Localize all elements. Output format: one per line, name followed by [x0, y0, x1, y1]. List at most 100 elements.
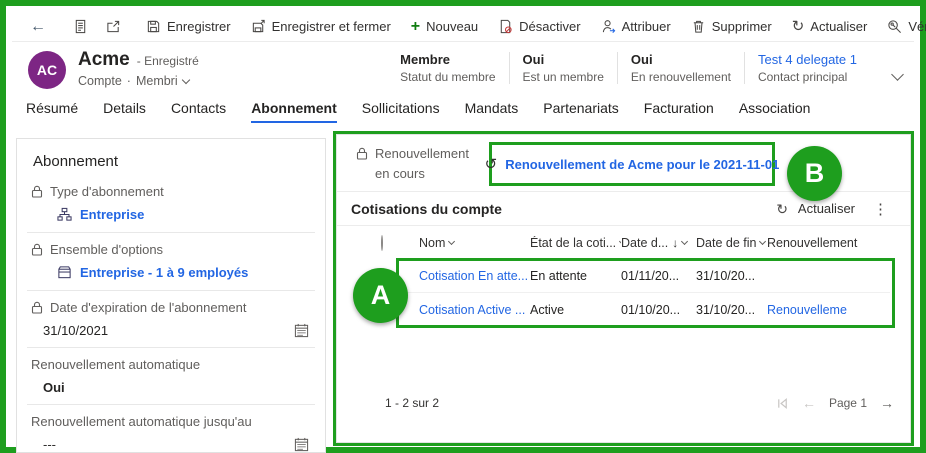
column-header-etat[interactable]: État de la coti...: [530, 236, 621, 250]
subgrid-title: Cotisations du compte: [351, 200, 502, 217]
column-header-nom[interactable]: Nom: [419, 236, 530, 250]
header-field-in-renewal: Oui En renouvellement: [616, 52, 744, 84]
calendar-icon[interactable]: [294, 437, 309, 452]
divider: [27, 347, 315, 348]
subgrid-refresh-button[interactable]: Actualiser: [798, 201, 855, 216]
tab-association[interactable]: Association: [739, 100, 811, 121]
form-icon: [75, 19, 86, 34]
avatar: AC: [28, 51, 66, 89]
option-set-link[interactable]: Entreprise - 1 à 9 employés: [80, 265, 248, 280]
chevron-down-icon: [448, 237, 456, 246]
tab-mandats[interactable]: Mandats: [465, 100, 519, 121]
tab-abonnement[interactable]: Abonnement: [251, 100, 337, 123]
expiry-date-value[interactable]: 31/10/2021: [43, 323, 108, 338]
expiry-date-label: Date d'expiration de l'abonnement: [31, 300, 311, 315]
tab-bar: Résumé Details Contacts Abonnement Solli…: [12, 100, 914, 128]
chevron-down-icon[interactable]: [181, 75, 190, 84]
table-row[interactable]: Cotisation Active ... Active 01/10/20...…: [337, 293, 910, 326]
org-chart-icon: [57, 207, 72, 221]
tab-details[interactable]: Details: [103, 100, 146, 121]
save-and-close-button[interactable]: Enregistrer et fermer: [241, 13, 401, 41]
annotation-box-b: ↺ Renouvellement de Acme pour le 2021-11…: [485, 142, 779, 186]
column-header-date-fin[interactable]: Date de fin: [696, 236, 767, 250]
divider: [337, 225, 910, 226]
record-header: AC Acme - Enregistré Compte · Membri Mem…: [12, 42, 914, 98]
delete-button[interactable]: Supprimer: [681, 13, 782, 41]
autorenew-field: Oui: [43, 380, 311, 395]
popout-icon: [107, 20, 120, 33]
tab-sollicitations[interactable]: Sollicitations: [362, 100, 440, 121]
assign-icon: [602, 20, 615, 33]
package-icon: [58, 266, 71, 279]
tab-partenariats[interactable]: Partenariats: [543, 100, 618, 121]
cotisation-link[interactable]: Cotisation En atte...: [419, 269, 528, 283]
deactivate-button[interactable]: Désactiver: [488, 13, 590, 41]
refresh-icon: ↻: [791, 18, 805, 35]
section-title: Abonnement: [33, 153, 119, 170]
divider: [27, 232, 315, 233]
assign-button[interactable]: Attribuer: [591, 13, 681, 41]
primary-contact-link[interactable]: Test 4 delegate 1: [758, 52, 857, 67]
key-magnifier-icon: [888, 20, 902, 33]
subscription-type-link[interactable]: Entreprise: [80, 207, 144, 222]
header-field-member-status: Membre Statut du membre: [400, 52, 496, 84]
table-row[interactable]: Cotisation En atte... En attente 01/11/2…: [337, 259, 910, 292]
header-fields: Membre Statut du membre Oui Est un membr…: [387, 52, 870, 84]
save-button[interactable]: Enregistrer: [136, 13, 241, 41]
tab-facturation[interactable]: Facturation: [644, 100, 714, 121]
header-field-primary-contact: Test 4 delegate 1 Contact principal: [743, 52, 870, 84]
tab-resume[interactable]: Résumé: [26, 100, 78, 121]
form-switcher-button[interactable]: [64, 13, 97, 41]
renewal-cell-link[interactable]: Renouvelleme: [767, 303, 847, 317]
option-set-value: Entreprise - 1 à 9 employés: [57, 265, 311, 280]
record-count: 1 - 2 sur 2: [385, 396, 440, 410]
sort-descending-icon: ↓: [672, 235, 679, 250]
previous-page-icon[interactable]: ←: [802, 395, 816, 411]
deactivate-icon: [500, 19, 512, 34]
divider: [27, 290, 315, 291]
lock-icon: [31, 185, 43, 198]
expiry-date-field: 31/10/2021: [43, 323, 311, 338]
subgrid-overflow-button[interactable]: ⋮: [865, 200, 896, 218]
next-page-icon[interactable]: →: [880, 395, 894, 411]
dynamics-account-page: { "toolbar": { "buttons": ["Enregistrer"…: [0, 0, 926, 453]
autorenew-label: Renouvellement automatique: [31, 357, 201, 372]
annotation-circle-b: B: [787, 146, 842, 201]
subscription-type-label: Type d'abonnement: [31, 184, 311, 199]
subgrid-pager: 1 - 2 sur 2 ← Page 1 →: [351, 391, 894, 415]
autorenew-value[interactable]: Oui: [43, 380, 65, 395]
record-title-block: Acme - Enregistré Compte · Membri: [78, 49, 199, 88]
form-selector[interactable]: Membri: [136, 74, 178, 88]
new-button[interactable]: + Nouveau: [401, 13, 488, 41]
column-header-date-debut[interactable]: Date d... ↓: [621, 236, 696, 250]
refresh-button[interactable]: ↻ Actualiser: [782, 13, 878, 41]
first-page-icon[interactable]: [776, 397, 789, 410]
divider: [27, 404, 315, 405]
command-bar: ← Enregistrer Enregistrer et fermer + No…: [12, 12, 926, 42]
header-field-is-member: Oui Est un membre: [508, 52, 617, 84]
chevron-down-icon: [759, 237, 767, 246]
history-icon: ↺: [484, 156, 498, 173]
autorenew-until-label: Renouvellement automatique jusqu'au: [31, 414, 252, 429]
tab-contacts[interactable]: Contacts: [171, 100, 226, 121]
autorenew-until-value[interactable]: ---: [43, 437, 56, 452]
column-header-renouvellement[interactable]: Renouvellement: [767, 236, 910, 250]
annotation-circle-a: A: [353, 268, 408, 323]
save-icon: [147, 20, 160, 33]
chevron-down-icon: [681, 237, 689, 246]
open-in-new-window-button[interactable]: [97, 13, 130, 41]
autorenew-until-field: ---: [43, 437, 311, 452]
back-icon[interactable]: ←: [18, 18, 58, 36]
header-expand-button[interactable]: [891, 66, 904, 84]
calendar-icon[interactable]: [294, 323, 309, 338]
check-access-button[interactable]: Vérifier l'accès: [877, 13, 926, 41]
save-close-icon: [252, 19, 265, 33]
lock-icon: [356, 147, 368, 160]
renewal-record-link[interactable]: Renouvellement de Acme pour le 2021-11-0…: [505, 157, 779, 172]
plus-icon: +: [410, 17, 421, 35]
subscription-section: Abonnement Type d'abonnement Entreprise …: [16, 138, 326, 453]
cotisation-link[interactable]: Cotisation Active ...: [419, 303, 525, 317]
refresh-icon[interactable]: ↻: [776, 202, 788, 216]
page-title: Acme: [78, 49, 130, 70]
select-all-checkbox[interactable]: [381, 234, 383, 251]
